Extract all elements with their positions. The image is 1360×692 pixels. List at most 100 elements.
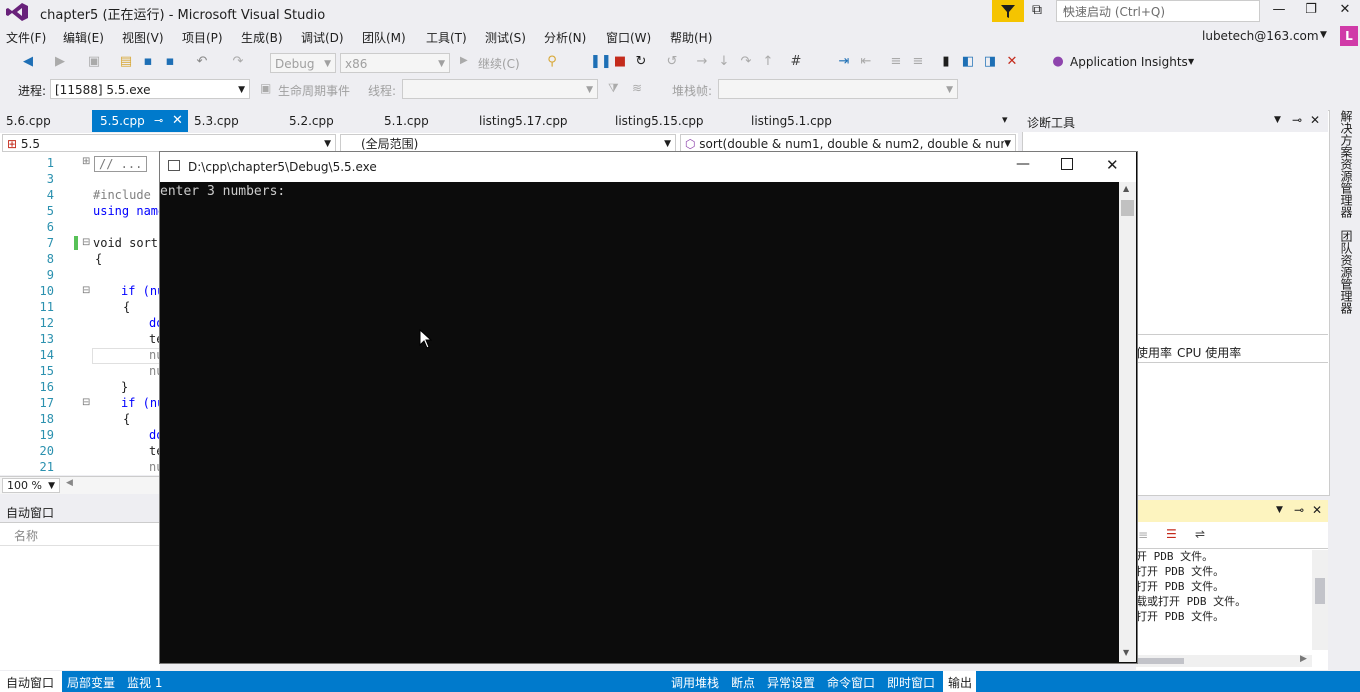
tab-breakpoints[interactable]: 断点 — [731, 674, 755, 691]
step-into-icon[interactable]: ↓ — [716, 54, 732, 70]
menu-file[interactable]: 文件(F) — [6, 29, 46, 46]
close-button[interactable]: ✕ — [1330, 0, 1360, 22]
configuration-select[interactable]: Debug ▼ — [270, 53, 336, 73]
output-vertical-scrollbar[interactable] — [1312, 550, 1328, 650]
thread-select[interactable]: ▼ — [402, 79, 598, 99]
solution-explorer-tab[interactable]: 解决方案资源管理器 — [1338, 110, 1355, 218]
tab-5-3-cpp[interactable]: 5.3.cpp — [194, 114, 239, 128]
process-select[interactable]: [11588] 5.5.exe ▼ — [50, 79, 250, 99]
collapse-icon[interactable]: ⊟ — [82, 285, 90, 296]
panel-dropdown-icon[interactable]: ▼ — [1274, 115, 1281, 125]
output-close-icon[interactable]: ✕ — [1312, 503, 1322, 517]
tab-command-window[interactable]: 命令窗口 — [827, 674, 875, 691]
stack-frame-select[interactable]: ▼ — [718, 79, 958, 99]
scroll-left-icon[interactable]: ◀ — [66, 478, 73, 488]
menu-analyze[interactable]: 分析(N) — [544, 29, 586, 46]
app-insights-dropdown-icon[interactable]: ▼ — [1188, 57, 1194, 66]
tab-5-6-cpp[interactable]: 5.6.cpp — [6, 114, 51, 128]
menu-build[interactable]: 生成(B) — [241, 29, 283, 46]
uncomment-icon[interactable]: ≡ — [910, 54, 926, 70]
output-pin-icon[interactable]: ⊸ — [1294, 503, 1304, 517]
name-column-header[interactable]: 名称 — [14, 527, 38, 544]
prev-bookmark-icon[interactable]: ◧ — [960, 54, 976, 70]
output-dropdown-icon[interactable]: ▼ — [1276, 505, 1283, 515]
tab-autos[interactable]: 自动窗口 — [6, 674, 54, 691]
console-scroll-up-icon[interactable]: ▲ — [1123, 184, 1129, 193]
scroll-thumb[interactable] — [1315, 578, 1325, 604]
output-horizontal-scrollbar[interactable]: ▶ — [1136, 654, 1312, 667]
word-wrap-icon[interactable]: ⇌ — [1195, 527, 1205, 541]
collapsed-region[interactable]: // ... — [94, 156, 148, 172]
member-select[interactable]: ⬡ sort(double & num1, double & num2, dou… — [680, 134, 1016, 152]
memory-usage-tab[interactable]: 使用率 — [1136, 344, 1172, 361]
minimize-button[interactable]: — — [1264, 0, 1294, 22]
new-project-icon[interactable]: ▣ — [86, 54, 102, 70]
avatar[interactable]: L — [1340, 26, 1358, 46]
open-file-icon[interactable]: ▤ — [118, 54, 134, 70]
output-scroll-up-icon[interactable]: ≡ — [1138, 528, 1148, 542]
console-close-button[interactable]: ✕ — [1106, 156, 1119, 174]
outdent-icon[interactable]: ⇤ — [858, 54, 874, 70]
tab-listing5-17-cpp[interactable]: listing5.17.cpp — [479, 114, 568, 128]
pin-tab-icon[interactable]: ⊸ — [154, 114, 163, 127]
restart-icon[interactable]: ↻ — [633, 54, 649, 70]
flag-threads-icon[interactable]: ⧩ — [608, 81, 619, 96]
clear-output-icon[interactable]: ☰ — [1166, 527, 1177, 541]
menu-window[interactable]: 窗口(W) — [606, 29, 651, 46]
console-scroll-down-icon[interactable]: ▼ — [1123, 648, 1129, 657]
tab-5-2-cpp[interactable]: 5.2.cpp — [289, 114, 334, 128]
clear-bookmarks-icon[interactable]: ✕ — [1004, 54, 1020, 70]
feedback-icon[interactable]: ⧉ — [1032, 2, 1042, 18]
bookmark-icon[interactable]: ▮ — [938, 54, 954, 70]
notification-filter-icon[interactable] — [992, 0, 1024, 22]
step-out-icon[interactable]: ↑ — [760, 54, 776, 70]
scope-select[interactable]: (全局范围) ▼ — [340, 134, 676, 152]
menu-view[interactable]: 视图(V) — [122, 29, 164, 46]
menu-help[interactable]: 帮助(H) — [670, 29, 712, 46]
console-scroll-thumb[interactable] — [1121, 200, 1134, 216]
pin-icon[interactable]: ⊸ — [1292, 113, 1302, 127]
quick-launch-input[interactable]: 快速启动 (Ctrl+Q) ⌕ — [1056, 0, 1260, 22]
project-select[interactable]: ⊞ 5.5 ▼ — [2, 134, 336, 152]
show-next-statement-icon[interactable]: ↺ — [664, 54, 680, 70]
step-over-alt-icon[interactable]: ↷ — [738, 54, 754, 70]
tab-call-stack[interactable]: 调用堆栈 — [671, 674, 719, 691]
comment-icon[interactable]: ≡ — [888, 54, 904, 70]
save-all-icon[interactable]: ▪ — [162, 54, 178, 70]
close-tab-icon[interactable]: ✕ — [172, 113, 183, 128]
menu-team[interactable]: 团队(M) — [362, 29, 406, 46]
maximize-button[interactable]: ❐ — [1296, 0, 1326, 22]
menu-edit[interactable]: 编辑(E) — [63, 29, 104, 46]
forward-icon[interactable]: ▶ — [52, 54, 68, 70]
cpu-usage-tab[interactable]: CPU 使用率 — [1177, 344, 1241, 361]
tab-locals[interactable]: 局部变量 — [67, 674, 115, 691]
undo-icon[interactable]: ↶ — [194, 54, 210, 70]
tab-listing5-1-cpp[interactable]: listing5.1.cpp — [751, 114, 832, 128]
pause-icon[interactable]: ❚❚ — [590, 54, 612, 70]
zoom-select[interactable]: 100 % ▼ — [2, 478, 60, 493]
continue-button[interactable]: 继续(C) — [478, 55, 520, 72]
close-panel-icon[interactable]: ✕ — [1310, 113, 1320, 127]
next-bookmark-icon[interactable]: ◨ — [982, 54, 998, 70]
tab-5-1-cpp[interactable]: 5.1.cpp — [384, 114, 429, 128]
menu-test[interactable]: 测试(S) — [485, 29, 526, 46]
tab-listing5-15-cpp[interactable]: listing5.15.cpp — [615, 114, 704, 128]
indent-icon[interactable]: ⇥ — [836, 54, 852, 70]
scroll-right-icon[interactable]: ▶ — [1300, 654, 1307, 664]
console-window[interactable] — [159, 151, 1138, 664]
step-over-icon[interactable]: → — [694, 54, 710, 70]
collapse-icon[interactable]: ⊟ — [82, 237, 90, 248]
back-icon[interactable]: ◀ — [20, 54, 36, 70]
menu-debug[interactable]: 调试(D) — [301, 29, 344, 46]
filter-threads-icon[interactable]: ≋ — [632, 81, 642, 95]
hex-display-icon[interactable]: # — [788, 54, 804, 70]
account-email[interactable]: lubetech@163.com — [1202, 29, 1319, 43]
save-icon[interactable]: ▪ — [140, 54, 156, 70]
console-minimize-button[interactable]: — — [1016, 156, 1030, 172]
tab-watch-1[interactable]: 监视 1 — [127, 674, 162, 691]
account-dropdown-icon[interactable]: ▼ — [1320, 30, 1327, 40]
expand-icon[interactable]: ⊞ — [82, 156, 90, 167]
console-scrollbar[interactable]: ▲ ▼ — [1119, 182, 1136, 662]
team-explorer-tab[interactable]: 团队资源管理器 — [1338, 230, 1355, 314]
tab-output[interactable]: 输出 — [948, 674, 972, 691]
